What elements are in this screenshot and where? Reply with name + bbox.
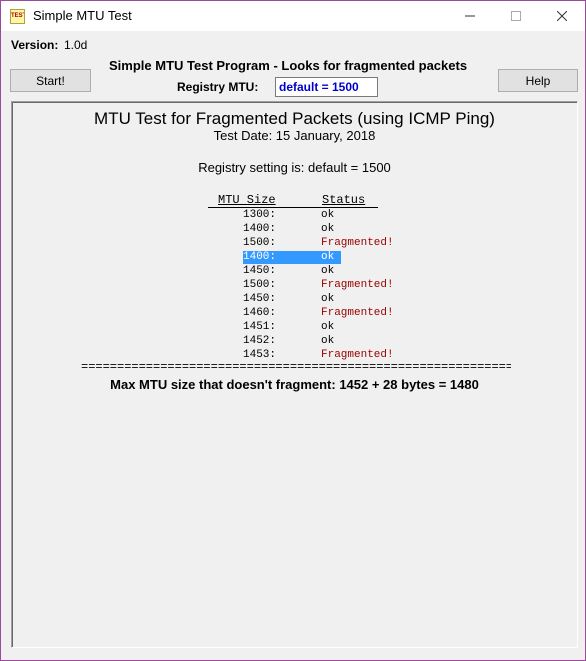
table-row[interactable]: 1451: ok — [12, 321, 577, 335]
mtu-size-cell: 1451: — [243, 321, 277, 333]
status-cell: ok — [321, 265, 335, 277]
results-panel[interactable]: MTU Test for Fragmented Packets (using I… — [11, 101, 578, 648]
mtu-size-cell: 1500: — [243, 237, 277, 249]
report-registry-setting: Registry setting is: default = 1500 — [198, 160, 391, 175]
minimize-icon — [465, 15, 475, 17]
max-mtu-result: Max MTU size that doesn't fragment: 1452… — [110, 377, 479, 392]
mtu-size-cell: 1450: — [243, 265, 277, 277]
maximize-button[interactable] — [493, 1, 539, 31]
app-window: TEST Simple MTU Test Version: 1.0d Simpl… — [0, 0, 586, 661]
title-bar[interactable]: TEST Simple MTU Test — [1, 1, 585, 31]
version-value: 1.0d — [64, 38, 88, 52]
status-cell: ok — [321, 321, 335, 333]
mtu-size-cell: 1500: — [243, 279, 277, 291]
table-row[interactable]: 1500: Fragmented! — [12, 279, 577, 293]
status-cell: ok — [321, 335, 335, 347]
table-row[interactable]: 1460: Fragmented! — [12, 307, 577, 321]
table-row[interactable]: 1400: ok — [12, 251, 577, 265]
program-title: Simple MTU Test Program - Looks for frag… — [109, 58, 468, 73]
mtu-size-cell: 1300: — [243, 209, 277, 221]
mtu-size-cell: 1400: — [243, 251, 277, 263]
version-label: Version: — [11, 38, 59, 52]
column-header-status: Status — [322, 193, 366, 207]
status-cell: ok — [321, 251, 335, 263]
mtu-size-cell: 1452: — [243, 335, 277, 347]
maximize-icon — [511, 11, 521, 21]
separator-line: ========================================… — [81, 360, 511, 374]
status-cell: Fragmented! — [321, 307, 394, 319]
close-icon — [557, 11, 567, 21]
app-icon: TEST — [10, 9, 25, 24]
status-cell: ok — [321, 209, 335, 221]
column-header-mtu-size: MTU Size — [218, 193, 276, 207]
registry-mtu-label: Registry MTU: — [177, 80, 259, 94]
mtu-size-cell: 1400: — [243, 223, 277, 235]
window-title: Simple MTU Test — [33, 8, 132, 23]
start-button[interactable]: Start! — [10, 69, 91, 92]
status-cell: Fragmented! — [321, 279, 394, 291]
registry-mtu-field[interactable] — [275, 77, 378, 97]
table-row[interactable]: 1450: ok — [12, 293, 577, 307]
close-button[interactable] — [539, 1, 585, 31]
report-title: MTU Test for Fragmented Packets (using I… — [94, 109, 495, 128]
mtu-size-cell: 1460: — [243, 307, 277, 319]
report-date: Test Date: 15 January, 2018 — [213, 128, 376, 143]
status-cell: ok — [321, 293, 335, 305]
table-row[interactable]: 1500: Fragmented! — [12, 237, 577, 251]
status-cell: ok — [321, 223, 335, 235]
table-row[interactable]: 1400: ok — [12, 223, 577, 237]
table-row[interactable]: 1452: ok — [12, 335, 577, 349]
status-cell: Fragmented! — [321, 237, 394, 249]
minimize-button[interactable] — [447, 1, 493, 31]
mtu-size-cell: 1450: — [243, 293, 277, 305]
table-row[interactable]: 1300: ok — [12, 209, 577, 223]
header-underline — [208, 207, 378, 208]
help-button[interactable]: Help — [498, 69, 578, 92]
table-row[interactable]: 1450: ok — [12, 265, 577, 279]
